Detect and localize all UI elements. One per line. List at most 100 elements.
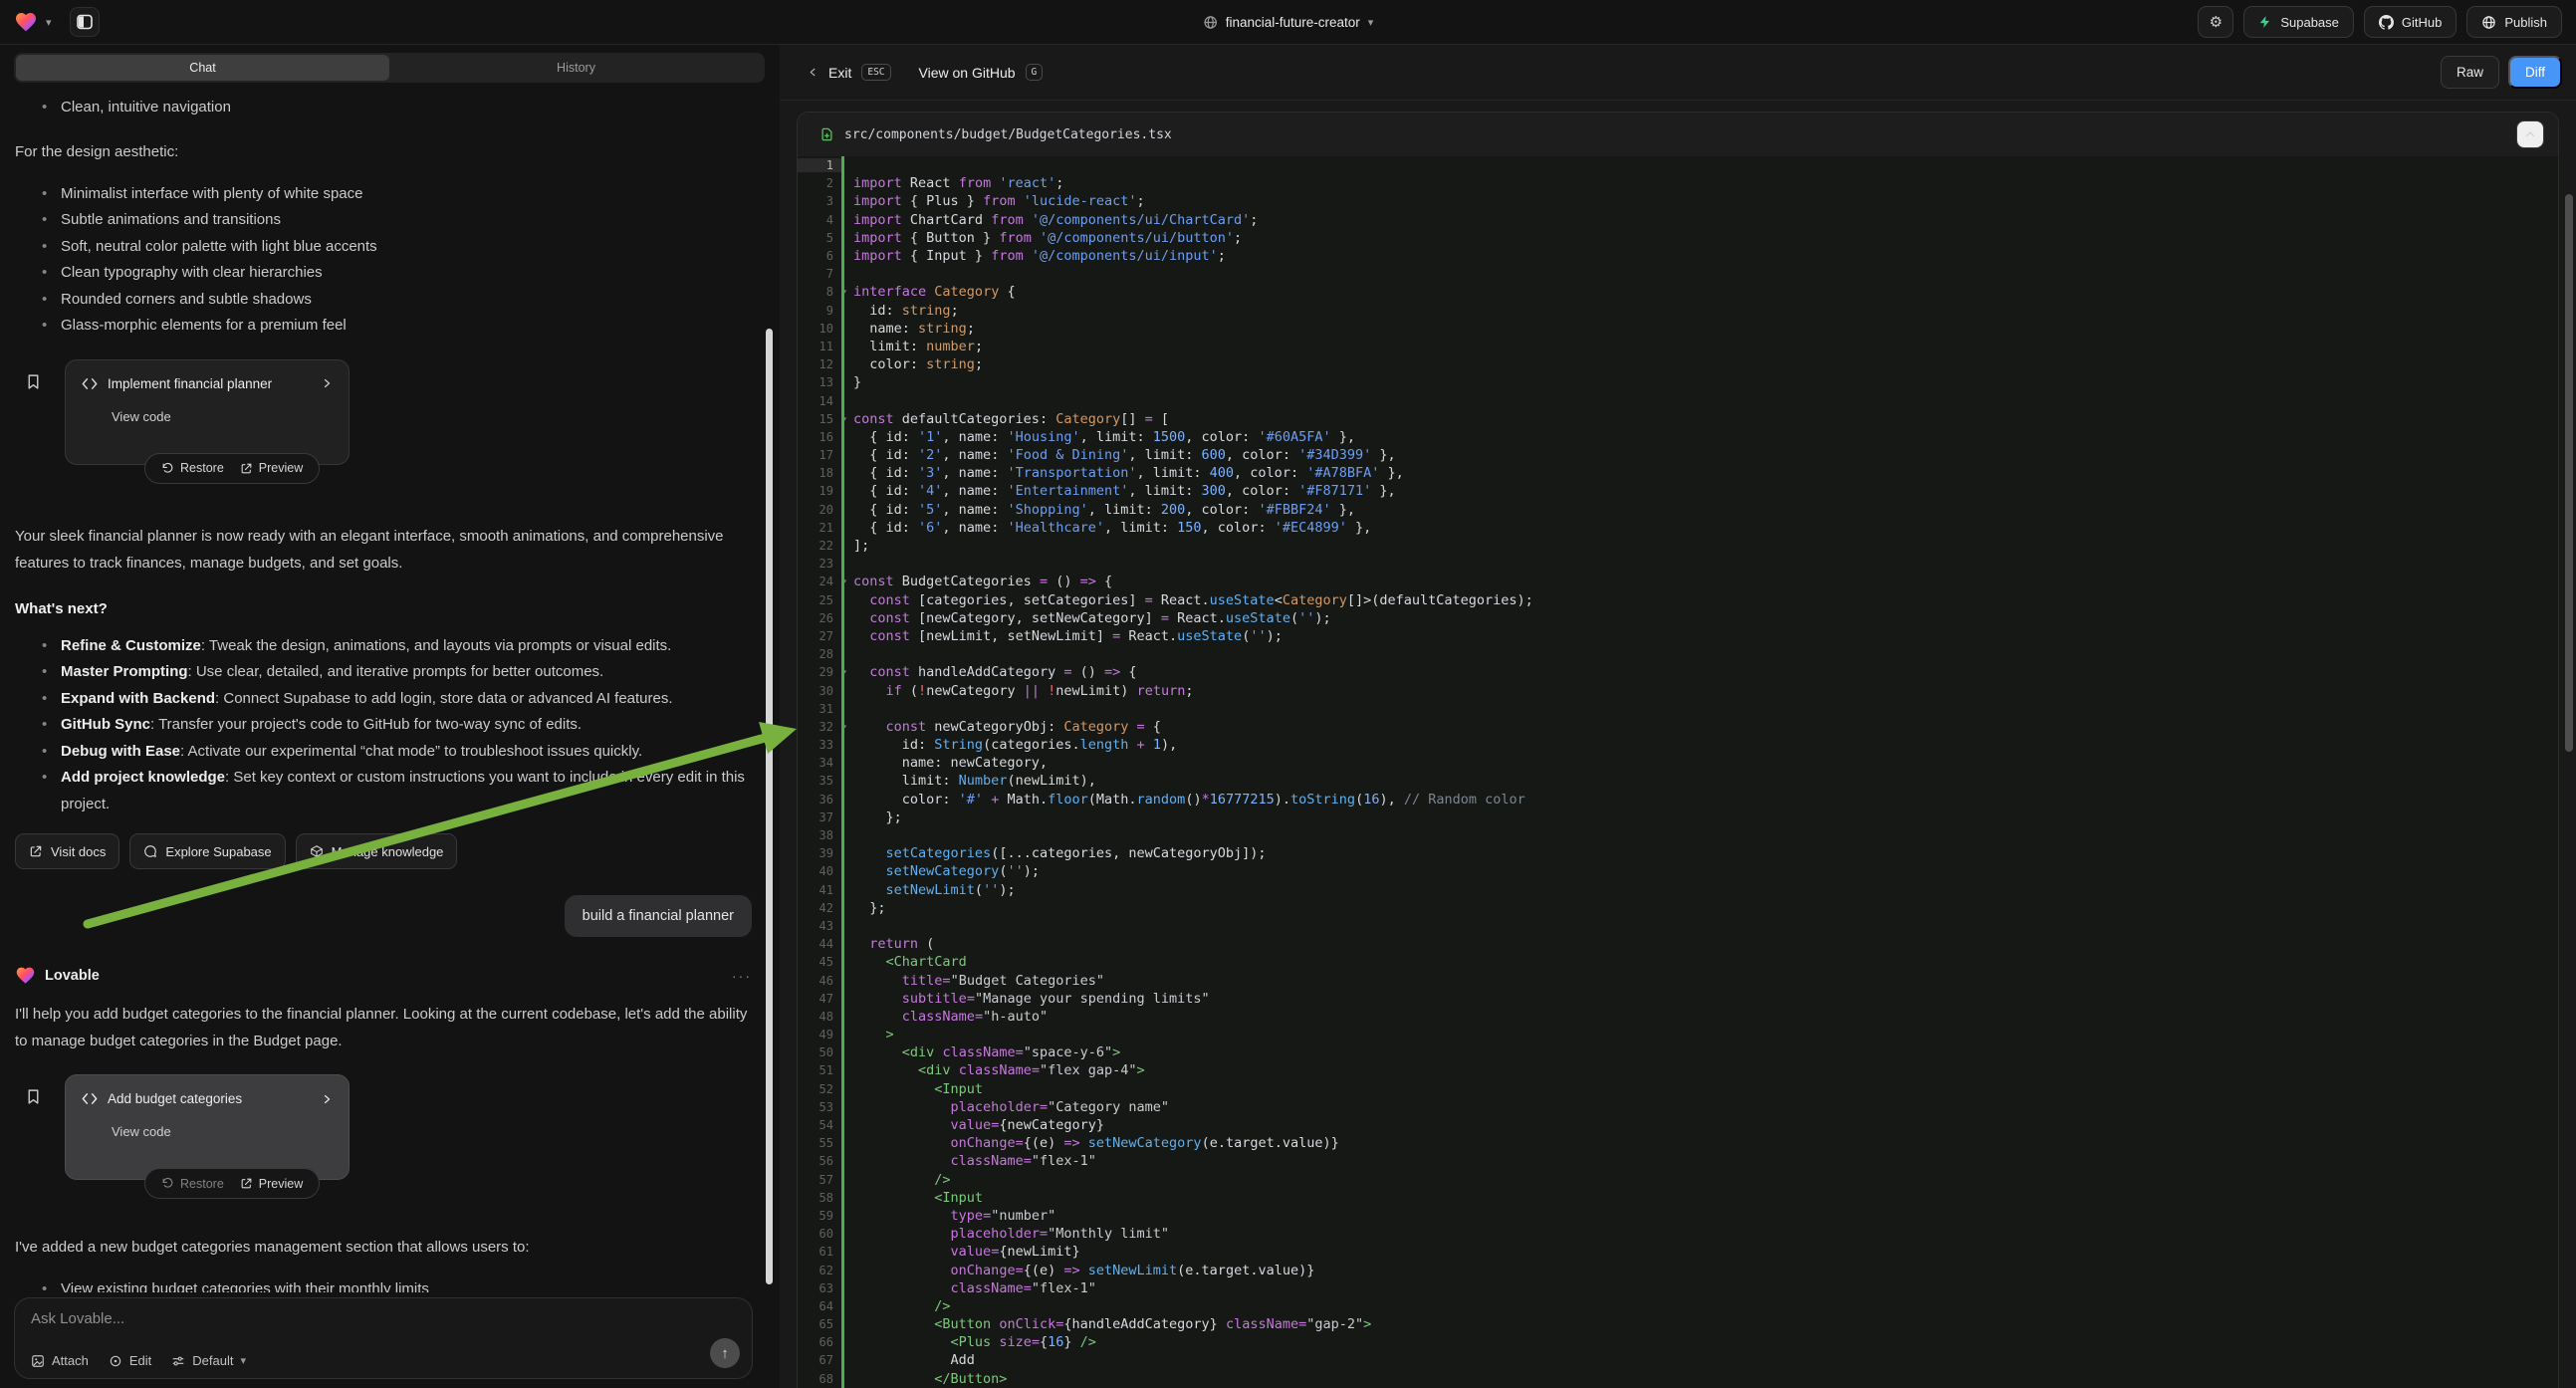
code-line: 31	[798, 700, 2558, 718]
aesthetic-heading: For the design aesthetic:	[15, 138, 752, 165]
chevron-down-icon: ▾	[240, 1354, 246, 1367]
chat-history-tabs: Chat History	[14, 53, 765, 83]
fold-chevron-icon[interactable]: ▾	[842, 577, 847, 585]
code-line: 39 setCategories([...categories, newCate…	[798, 844, 2558, 862]
code-icon	[82, 377, 98, 390]
bookmark-icon[interactable]	[25, 373, 42, 390]
code-line: 65 <Button onClick={handleAddCategory} c…	[798, 1315, 2558, 1333]
list-item: Debug with Ease: Activate our experiment…	[15, 739, 752, 766]
send-button[interactable]: ↑	[710, 1338, 740, 1368]
code-line: 20 { id: '5', name: 'Shopping', limit: 2…	[798, 501, 2558, 519]
publish-globe-icon	[2481, 15, 2496, 30]
code-line: 66 <Plus size={16} />	[798, 1333, 2558, 1351]
code-scrollbar[interactable]	[2565, 194, 2573, 752]
chat-panel: Chat History Clean, intuitive navigation…	[0, 45, 780, 1388]
code-line: 24▾const BudgetCategories = () => {	[798, 573, 2558, 590]
code-icon	[82, 1092, 98, 1105]
restore-icon	[161, 462, 174, 475]
code-line: 64 />	[798, 1297, 2558, 1315]
fold-chevron-icon[interactable]: ▾	[842, 287, 847, 296]
version-card-implement-financial-planner[interactable]: Implement financial planner View code	[65, 359, 350, 465]
code-line: 25 const [categories, setCategories] = R…	[798, 591, 2558, 609]
code-line: 68 </Button>	[798, 1370, 2558, 1388]
github-button[interactable]: GitHub	[2364, 6, 2457, 38]
code-line: 58 <Input	[798, 1189, 2558, 1207]
bookmark-icon[interactable]	[25, 1088, 42, 1105]
version-card-add-budget-categories[interactable]: Add budget categories View code	[65, 1074, 350, 1180]
file-path: src/components/budget/BudgetCategories.t…	[844, 127, 2506, 142]
code-view-switch: Raw Diff	[2441, 56, 2562, 89]
code-line: 11 limit: number;	[798, 338, 2558, 355]
exit-button[interactable]: Exit ESC	[808, 64, 891, 81]
publish-button[interactable]: Publish	[2466, 6, 2562, 38]
code-line: 2import React from 'react';	[798, 174, 2558, 192]
view-code-link[interactable]: View code	[112, 1124, 333, 1139]
intro-bullet-list: Clean, intuitive navigation	[15, 95, 752, 121]
code-line: 6import { Input } from '@/components/ui/…	[798, 247, 2558, 265]
chat-input-actions: Attach Edit Default	[31, 1353, 246, 1368]
lovable-logo-heart-icon[interactable]	[14, 10, 38, 34]
code-line: 23	[798, 555, 2558, 573]
settings-button[interactable]: ⚙	[2198, 6, 2233, 38]
fold-chevron-icon[interactable]: ▾	[842, 722, 847, 731]
code-line: 57 />	[798, 1171, 2558, 1189]
code-line: 14	[798, 391, 2558, 409]
lovable-app: ▾ financial-future-creator ▾ ⚙	[0, 0, 2576, 1388]
list-item: Glass-morphic elements for a premium fee…	[15, 313, 752, 340]
file-path-bar[interactable]: src/components/budget/BudgetCategories.t…	[798, 113, 2558, 156]
chat-scrollbar[interactable]	[766, 329, 773, 1284]
code-line: 12 color: string;	[798, 355, 2558, 373]
sidebar-panel-icon	[77, 14, 93, 30]
mode-select[interactable]: Default ▾	[171, 1353, 246, 1368]
restore-button[interactable]: Restore	[161, 1177, 224, 1191]
chevron-left-icon	[808, 67, 819, 78]
manage-knowledge-button[interactable]: Manage knowledge	[296, 833, 458, 869]
preview-button[interactable]: Preview	[240, 1177, 303, 1191]
code-line: 51 <div className="flex gap-4">	[798, 1061, 2558, 1079]
diff-view-button[interactable]: Diff	[2508, 56, 2562, 89]
project-switcher[interactable]: financial-future-creator ▾	[1203, 15, 1374, 30]
visit-docs-button[interactable]: Visit docs	[15, 833, 119, 869]
code-line: 40 setNewCategory('');	[798, 862, 2558, 880]
code-line: 45 <ChartCard	[798, 953, 2558, 971]
fold-chevron-icon[interactable]: ▾	[842, 667, 847, 676]
list-item: Add project knowledge: Set key context o…	[15, 765, 752, 817]
code-line: 7	[798, 265, 2558, 283]
view-on-github-button[interactable]: View on GitHub G	[919, 64, 1044, 81]
explore-supabase-button[interactable]: Explore Supabase	[129, 833, 285, 869]
logo-chevron-down-icon[interactable]: ▾	[46, 16, 52, 29]
preview-button[interactable]: Preview	[240, 461, 303, 475]
message-menu-button[interactable]: ···	[732, 968, 752, 984]
code-line: 8▾interface Category {	[798, 283, 2558, 301]
chevron-up-icon	[2524, 128, 2536, 140]
chat-input[interactable]	[31, 1310, 692, 1334]
assistant-header: Lovable ···	[15, 965, 752, 986]
restore-button[interactable]: Restore	[161, 461, 224, 475]
code-line: 3import { Plus } from 'lucide-react';	[798, 192, 2558, 210]
globe-icon	[1203, 15, 1218, 30]
ready-paragraph: Your sleek financial planner is now read…	[15, 523, 752, 577]
tab-chat[interactable]: Chat	[16, 55, 389, 81]
raw-view-button[interactable]: Raw	[2441, 56, 2499, 89]
code-line: 19 { id: '4', name: 'Entertainment', lim…	[798, 482, 2558, 500]
supabase-button[interactable]: Supabase	[2243, 6, 2354, 38]
fold-chevron-icon[interactable]: ▾	[842, 414, 847, 423]
esc-key-badge: ESC	[861, 64, 890, 81]
code-line: 18 { id: '3', name: 'Transportation', li…	[798, 464, 2558, 482]
tab-history[interactable]: History	[389, 55, 763, 81]
code-line: 55 onChange={(e) => setNewCategory(e.tar…	[798, 1134, 2558, 1152]
code-line: 5import { Button } from '@/components/ui…	[798, 229, 2558, 247]
edit-mode-button[interactable]: Edit	[109, 1353, 151, 1368]
sidebar-toggle-button[interactable]	[70, 7, 100, 37]
external-link-icon	[240, 1177, 253, 1190]
collapse-file-button[interactable]	[2516, 120, 2544, 148]
attach-button[interactable]: Attach	[31, 1353, 89, 1368]
sliders-icon	[171, 1354, 185, 1368]
code-line: 62 onChange={(e) => setNewLimit(e.target…	[798, 1261, 2558, 1278]
code-line: 10 name: string;	[798, 320, 2558, 338]
code-line: 56 className="flex-1"	[798, 1152, 2558, 1170]
code-line: 54 value={newCategory}	[798, 1116, 2558, 1134]
view-code-link[interactable]: View code	[112, 409, 333, 424]
g-key-badge: G	[1026, 64, 1044, 81]
list-item: Clean typography with clear hierarchies	[15, 260, 752, 287]
